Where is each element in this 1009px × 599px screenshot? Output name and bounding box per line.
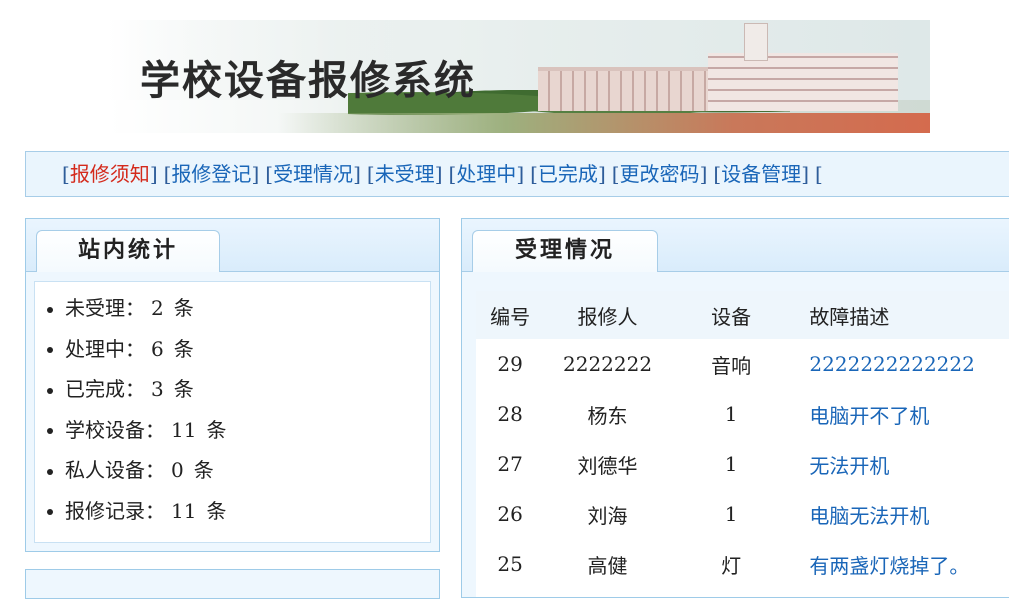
nav-link[interactable]: 更改密码 [620, 162, 700, 186]
table-row: 28 杨东 1 电脑开不了机 [476, 389, 1009, 439]
bullet-icon [47, 468, 53, 475]
stat-item: 处理中： 6 条 [47, 329, 430, 370]
column-header-id: 编号 [476, 291, 545, 339]
requests-table: 编号 报修人 设备 故障描述 29 2222222 音响 2222222222222 2… [476, 291, 1009, 589]
requests-panel: 受理情况 编号 报修人 设备 故障描述 29 2222222 音响 222222222… [461, 218, 1009, 598]
nav-item: [未受理] [366, 162, 443, 186]
nav-link[interactable]: 报修登记 [171, 162, 251, 186]
cell-id: 27 [497, 452, 523, 476]
stat-item: 学校设备： 11 条 [47, 410, 430, 451]
nav-link[interactable]: 受理情况 [273, 162, 353, 186]
banner-track [278, 113, 930, 133]
nav-link[interactable]: 未受理 [375, 162, 435, 186]
description-link[interactable]: 电脑无法开机 [809, 504, 929, 528]
stat-label: 私人设备： [65, 458, 165, 482]
banner-building-main [708, 53, 898, 111]
requests-panel-body: 编号 报修人 设备 故障描述 29 2222222 音响 2222222222222 2… [476, 291, 1009, 597]
cell-id: 28 [497, 402, 523, 426]
cell-reporter: 刘海 [587, 503, 628, 528]
cell-description: 无法开机 [791, 439, 1009, 489]
cell-device: 1 [724, 452, 738, 476]
nav-link[interactable]: 报修须知 [70, 162, 150, 186]
requests-panel-title: 受理情况 [472, 230, 658, 272]
stat-value: 0 [171, 458, 184, 482]
column-header-description: 故障描述 [791, 291, 1009, 339]
column-header-device: 设备 [670, 291, 792, 339]
stat-unit: 条 [206, 417, 227, 442]
bullet-icon [47, 306, 53, 313]
cell-description: 电脑开不了机 [791, 389, 1009, 439]
stat-value: 3 [151, 377, 164, 401]
table-header-row: 编号 报修人 设备 故障描述 [476, 291, 1009, 339]
stat-label: 未受理： [65, 296, 145, 320]
cell-id: 26 [497, 502, 523, 526]
column-header-reporter: 报修人 [544, 291, 671, 339]
table-row: 27 刘德华 1 无法开机 [476, 439, 1009, 489]
stat-item: 已完成： 3 条 [47, 369, 430, 410]
stats-panel-title: 站内统计 [36, 230, 220, 272]
cell-device: 灯 [721, 553, 742, 578]
nav-item: [报修须知] [62, 162, 158, 186]
secondary-panel [25, 569, 440, 599]
stats-list: 未受理： 2 条处理中： 6 条已完成： 3 条学校设备： 11 条私人设备： 0 条报修记录： 11… [35, 282, 430, 531]
stat-value: 2 [151, 296, 164, 320]
stat-value: 6 [151, 336, 164, 361]
stats-panel-body: 未受理： 2 条处理中： 6 条已完成： 3 条学校设备： 11 条私人设备： 0 条报修记录： 11… [34, 281, 431, 543]
bullet-icon [47, 428, 53, 434]
nav-item: [报修登记] [163, 162, 260, 186]
nav-item: [受理情况] [265, 162, 361, 186]
stat-unit: 条 [206, 498, 227, 523]
cell-device: 音响 [711, 353, 752, 378]
stat-unit: 条 [193, 458, 214, 482]
nav-item: [更改密码] [611, 162, 708, 186]
nav-link[interactable]: 设备管理 [721, 162, 801, 186]
bullet-icon [47, 347, 53, 353]
nav-item: [处理中] [448, 162, 525, 186]
cell-device: 1 [724, 402, 738, 426]
table-row: 29 2222222 音响 2222222222222 [476, 339, 1009, 389]
header-banner: 学校设备报修系统 [108, 20, 930, 133]
stat-label: 处理中： [65, 336, 145, 361]
nav-item: [已完成] [530, 162, 606, 186]
stat-item: 报修记录： 11 条 [47, 491, 430, 532]
cell-id: 25 [497, 552, 523, 576]
cell-description: 2222222222222 [791, 339, 1009, 389]
stat-unit: 条 [173, 296, 194, 320]
nav-link[interactable]: 已完成 [538, 162, 598, 186]
stat-unit: 条 [173, 336, 194, 361]
cell-description: 电脑无法开机 [791, 489, 1009, 539]
cell-description: 有两盏灯烧掉了。 [791, 539, 1009, 589]
nav-item: [设备管理] [713, 162, 809, 186]
stat-value: 11 [171, 498, 197, 523]
cell-reporter: 刘德华 [577, 453, 638, 478]
cell-device: 1 [724, 502, 738, 526]
description-link[interactable]: 2222222222222 [809, 352, 974, 376]
main-nav: [报修须知] [报修登记] [受理情况] [未受理] [处理中] [已完成] [更改密码][… [25, 151, 1009, 197]
description-link[interactable]: 无法开机 [809, 454, 889, 478]
bullet-icon [47, 387, 53, 394]
stat-item: 私人设备： 0 条 [47, 450, 430, 491]
table-row: 25 高健 灯 有两盏灯烧掉了。 [476, 539, 1009, 589]
description-link[interactable]: 电脑开不了机 [809, 404, 929, 428]
stat-value: 11 [171, 417, 197, 442]
description-link[interactable]: 有两盏灯烧掉了。 [809, 554, 969, 578]
nav-link[interactable]: 处理中 [456, 162, 516, 186]
banner-clock-tower [744, 23, 768, 61]
stat-label: 报修记录： [65, 498, 165, 523]
stats-panel: 站内统计 未受理： 2 条处理中： 6 条已完成： 3 条学校设备： 11 条私人设备： 0 条报修… [25, 218, 440, 552]
nav-overflow: [ [815, 162, 823, 186]
cell-reporter: 2222222 [563, 352, 653, 376]
table-row: 26 刘海 1 电脑无法开机 [476, 489, 1009, 539]
stat-label: 已完成： [65, 377, 145, 401]
cell-id: 29 [497, 352, 523, 376]
site-title: 学校设备报修系统 [140, 58, 476, 104]
bullet-icon [47, 509, 53, 515]
cell-reporter: 杨东 [587, 403, 628, 428]
requests-table-body: 29 2222222 音响 2222222222222 28 杨东 1 电脑开不了机 27 刘德华… [476, 339, 1009, 589]
stat-unit: 条 [173, 377, 194, 401]
banner-building [538, 67, 713, 111]
cell-reporter: 高健 [587, 553, 628, 578]
stat-label: 学校设备： [65, 417, 165, 442]
stat-item: 未受理： 2 条 [47, 288, 430, 329]
